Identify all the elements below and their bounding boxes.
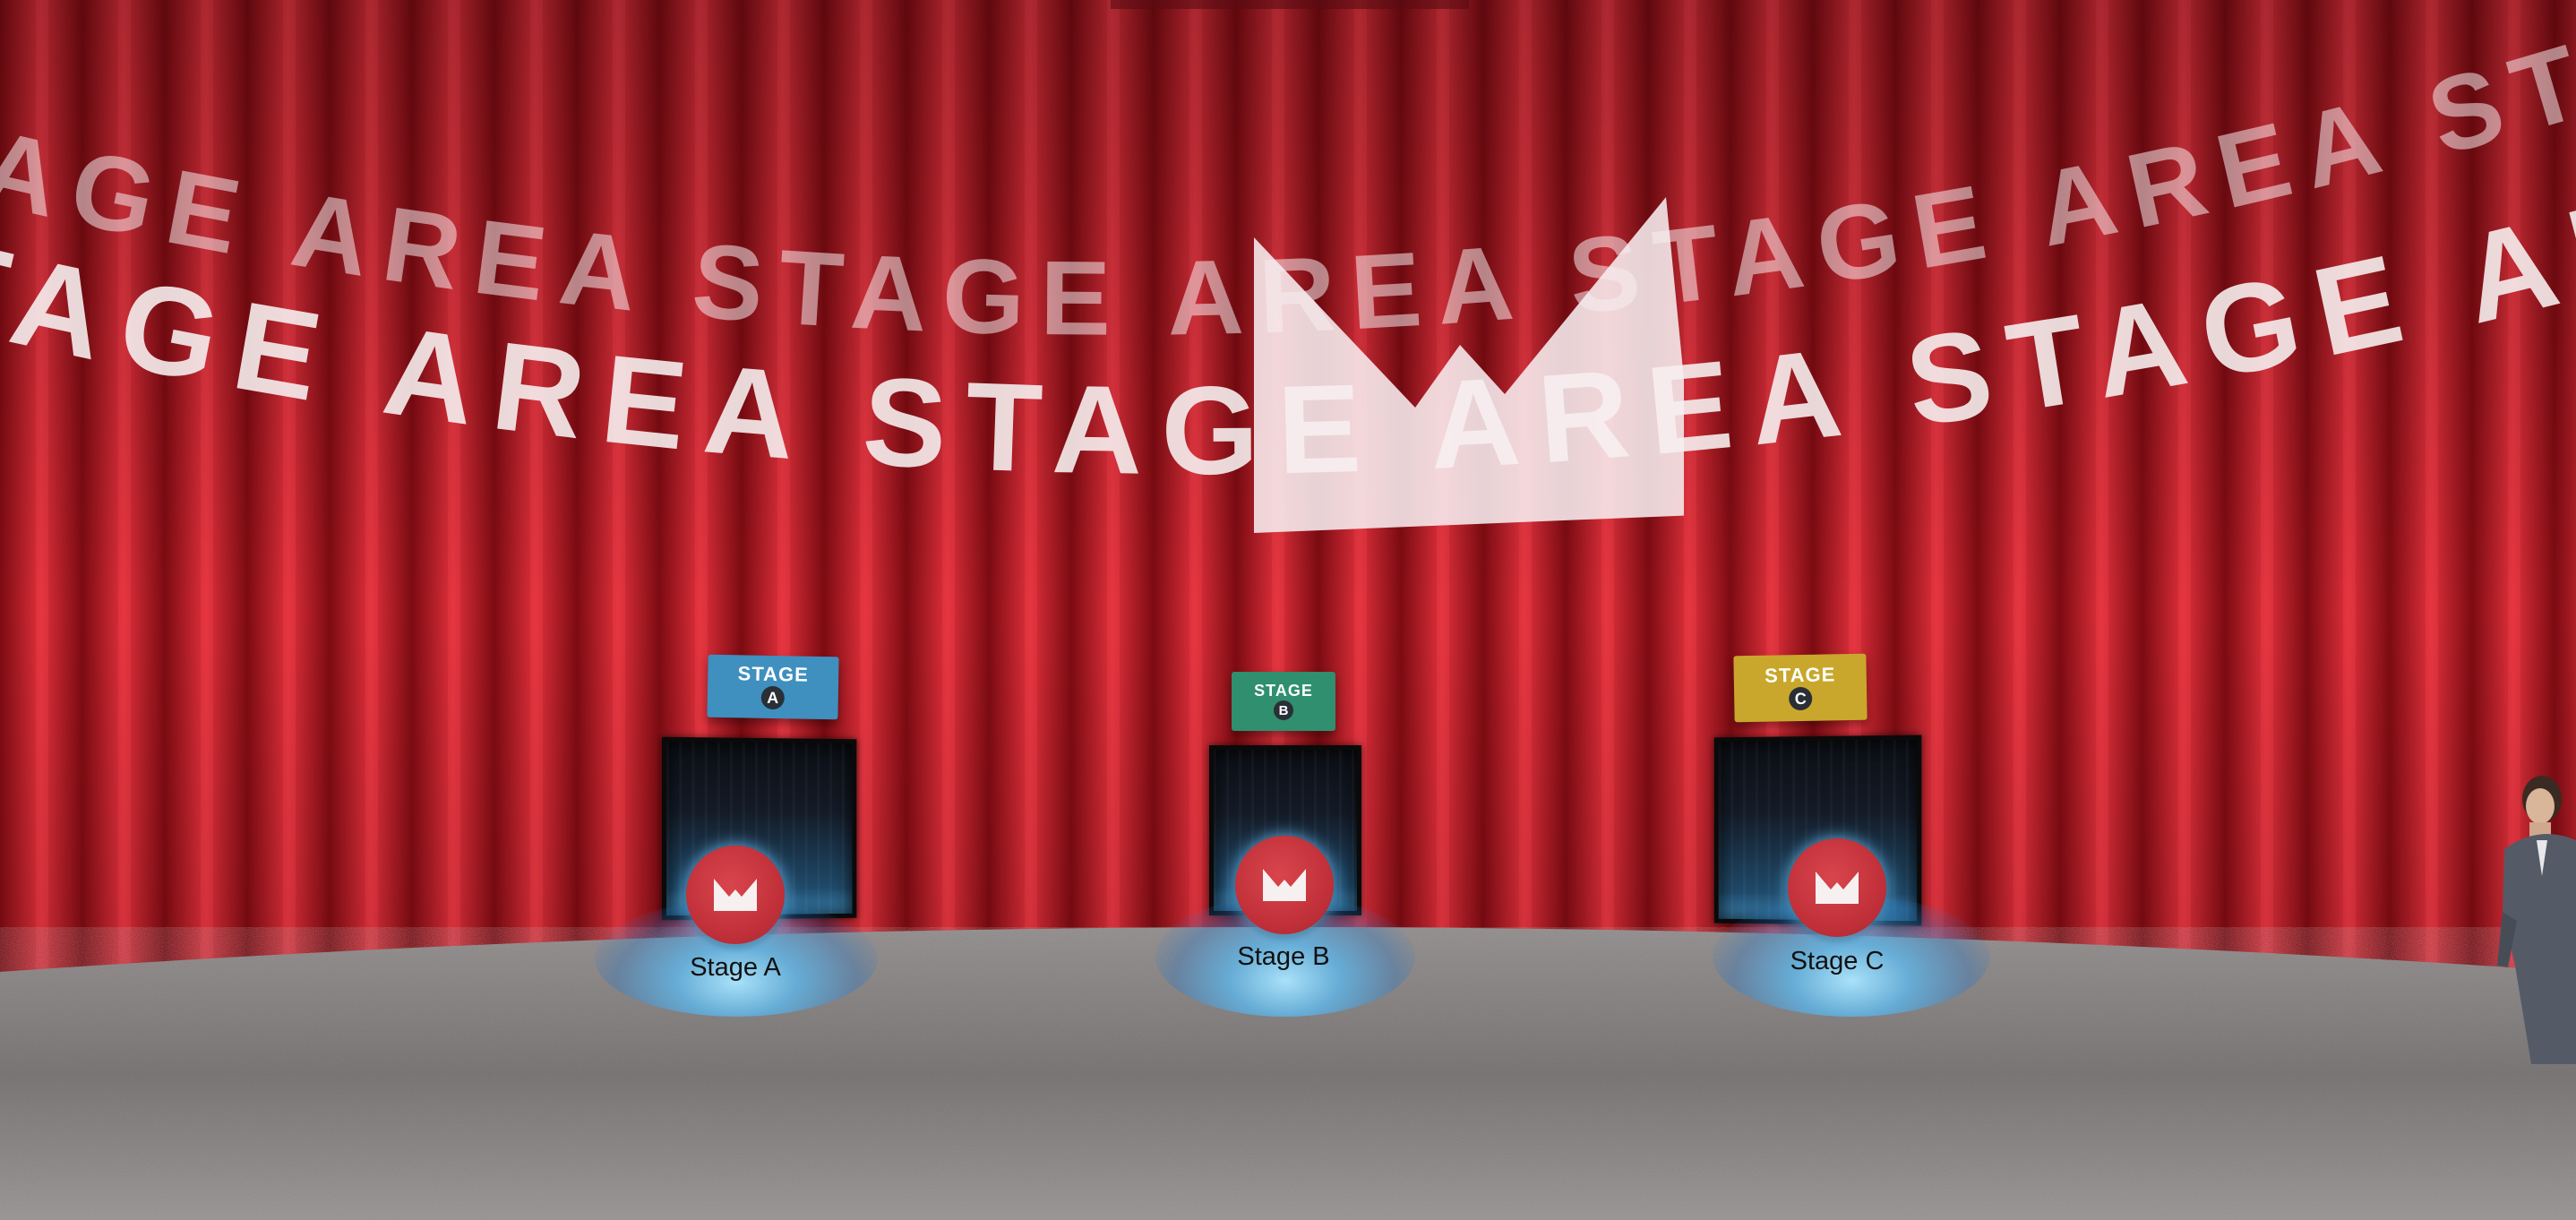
stage-c-sign-word: STAGE	[1765, 665, 1836, 685]
banner-ring: STAGE AREA STAGE AREA STAGE AREA STAGE A…	[0, 0, 2576, 1220]
stage-b-sign: STAGE B	[1232, 672, 1335, 731]
stage-c-sign: STAGE C	[1733, 654, 1867, 723]
crown-logo-backdrop	[1236, 188, 1684, 546]
crown-icon	[1260, 867, 1309, 903]
stage-b-sign-letter: B	[1274, 700, 1293, 720]
stage-c-portal-button[interactable]	[1788, 838, 1886, 937]
stage-b-sign-word: STAGE	[1254, 683, 1313, 699]
stage-a-sign-word: STAGE	[737, 664, 809, 684]
crown-icon	[711, 877, 760, 913]
stage-b-portal-label[interactable]: Stage B	[1237, 942, 1329, 972]
crown-icon	[1813, 870, 1861, 906]
stage-area-scene: STAGE AREA STAGE AREA STAGE AREA STAGE A…	[0, 0, 2576, 1220]
stage-a-portal-label[interactable]: Stage A	[690, 953, 781, 983]
avatar-figure[interactable]	[2495, 769, 2576, 1064]
stage-b-portal-button[interactable]	[1235, 836, 1334, 934]
stage-c-sign-letter: C	[1789, 687, 1812, 710]
stage-a-portal-button[interactable]	[686, 846, 785, 944]
stage-a-sign-letter: A	[761, 686, 785, 709]
stage-a-sign: STAGE A	[707, 655, 838, 720]
stage-c-portal-label[interactable]: Stage C	[1790, 947, 1885, 976]
